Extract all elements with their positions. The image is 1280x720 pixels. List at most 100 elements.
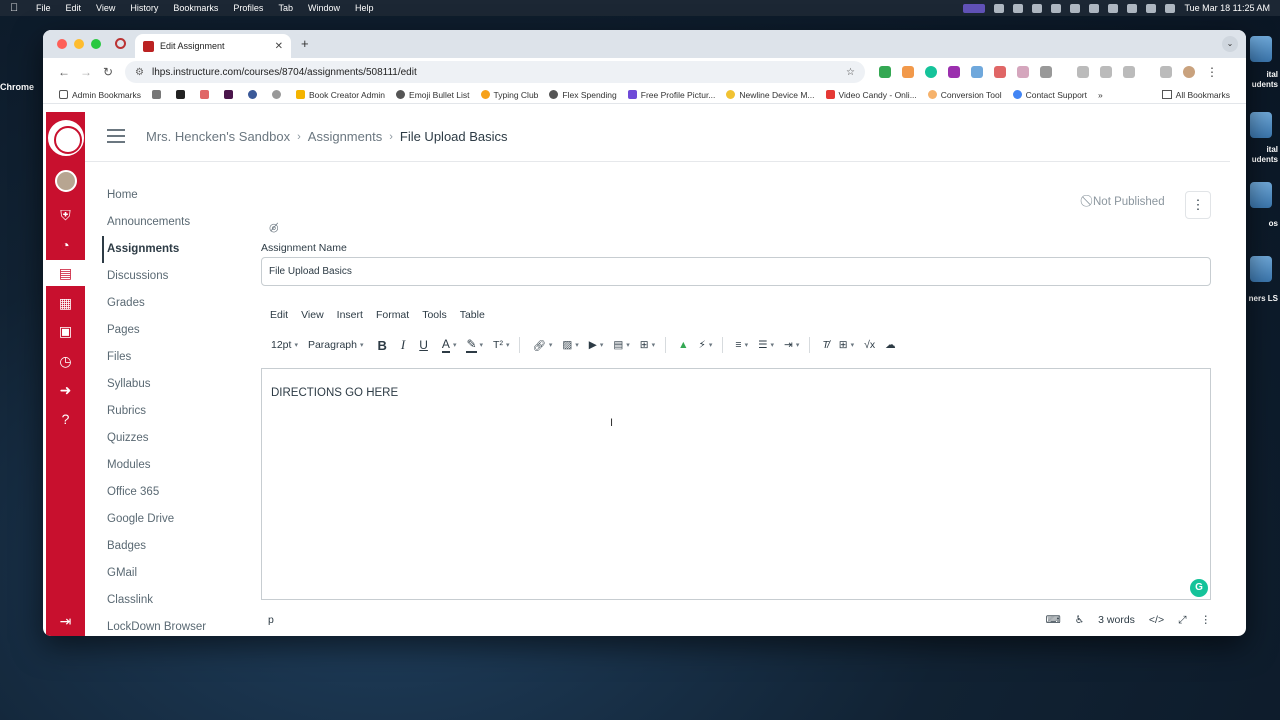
course-nav-syllabus[interactable]: Syllabus [103,371,243,398]
breadcrumb-course[interactable]: Mrs. Hencken's Sandbox [146,129,290,144]
editor-menu-view[interactable]: View [301,309,324,321]
bookmark-newline[interactable]: Newline Device M... [726,90,815,100]
tab-search-button[interactable]: ⌄ [1222,36,1238,52]
profile-avatar[interactable] [1183,66,1195,78]
menu-window[interactable]: Window [308,3,340,13]
close-window-button[interactable] [57,39,67,49]
bookmark-video-candy[interactable]: Video Candy - Onli... [825,90,917,100]
calendar-icon[interactable]: ▦ [46,290,85,316]
apps-grid-icon[interactable] [151,90,165,99]
course-nav-gmail[interactable]: GMail [103,560,243,587]
clear-formatting-icon[interactable]: T̸ [822,339,828,351]
course-nav-rubrics[interactable]: Rubrics [103,398,243,425]
tray-icon[interactable] [1070,3,1081,13]
math-equation-icon[interactable]: √x [864,339,875,351]
apple-icon[interactable]:  [10,2,22,14]
extension-icon[interactable] [994,66,1006,78]
minimize-window-button[interactable] [74,39,84,49]
italic-icon[interactable]: I [401,337,405,353]
font-size-select[interactable]: 12pt ▾ [271,339,298,351]
course-nav-pages[interactable]: Pages [103,317,243,344]
all-bookmarks[interactable]: All Bookmarks [1161,90,1230,100]
bookmark-icon-only[interactable] [271,90,285,99]
bookmark-contact-support[interactable]: Contact Support [1012,90,1087,100]
accessibility-checker-icon[interactable]: ♿︎ [1075,614,1084,626]
lti-tool-icon[interactable]: ⚡︎ ▾ [699,339,713,351]
download-icon[interactable] [1160,66,1172,78]
school-logo[interactable] [48,120,84,156]
course-nav-grades[interactable]: Grades [103,290,243,317]
desktop-folder-icon[interactable] [1250,36,1272,62]
breadcrumb-assignments[interactable]: Assignments [308,129,382,144]
menu-file[interactable]: File [36,3,51,13]
text-color-icon[interactable]: A ▾ [441,337,456,353]
bookmark-flex-spending[interactable]: Flex Spending [549,90,617,100]
close-tab-icon[interactable]: ✕ [275,41,283,52]
assignment-name-input[interactable]: File Upload Basics [261,257,1211,286]
address-bar[interactable]: ⚙ lhps.instructure.com/courses/8704/assi… [125,61,865,83]
menu-bookmarks[interactable]: Bookmarks [173,3,218,13]
maximize-window-button[interactable] [91,39,101,49]
menu-view[interactable]: View [96,3,115,13]
editor-content[interactable]: DIRECTIONS GO HERE [271,387,398,399]
superscript-icon[interactable]: T² ▾ [493,339,509,351]
account-nav[interactable] [46,168,85,194]
extension-icon[interactable] [948,66,960,78]
courses-book-icon[interactable]: ▤ [46,260,85,286]
tray-icon[interactable] [1013,3,1024,13]
course-nav-google-drive[interactable]: Google Drive [103,506,243,533]
course-nav-lockdown-browser[interactable]: LockDown Browser [103,614,243,636]
tray-icon[interactable] [1089,3,1100,13]
course-nav-discussions[interactable]: Discussions [103,263,243,290]
side-panel-icon[interactable] [1077,66,1089,78]
bold-icon[interactable]: B [378,338,387,353]
site-info-icon[interactable]: ⚙ [135,67,144,78]
course-nav-classlink[interactable]: Classlink [103,587,243,614]
bookmark-icon-only[interactable] [247,90,261,99]
element-path[interactable]: p [268,614,274,626]
bookmark-conversion-tool[interactable]: Conversion Tool [927,90,1002,100]
menu-history[interactable]: History [130,3,158,13]
course-nav-quizzes[interactable]: Quizzes [103,425,243,452]
editor-menu-tools[interactable]: Tools [422,309,447,321]
editor-menu-table[interactable]: Table [460,309,485,321]
bookmark-icon-only[interactable] [223,90,237,99]
desktop-folder-icon[interactable] [1250,182,1272,208]
keyboard-shortcuts-icon[interactable]: ⌨ [1046,614,1061,626]
resize-handle-icon[interactable]: ⋮ [1201,614,1212,626]
desktop-folder-icon[interactable] [1250,256,1272,282]
align-icon[interactable]: ≡ ▾ [735,339,748,351]
course-menu-toggle-icon[interactable] [107,129,125,143]
editor-menu-insert[interactable]: Insert [337,309,363,321]
cloud-icon[interactable]: ☁︎ [885,339,896,351]
bookmarks-overflow-icon[interactable]: » [1098,90,1103,100]
dashboard-icon[interactable]: ◔ [46,232,85,258]
bookmark-icon-only[interactable] [199,90,213,99]
menu-clock[interactable]: Tue Mar 18 11:25 AM [1184,3,1270,13]
course-nav-home[interactable]: Home [103,182,243,209]
link-icon[interactable]: 🔗︎ ▾ [532,339,552,352]
extension-icon[interactable] [879,66,891,78]
screen-record-icon[interactable] [963,3,986,13]
help-icon[interactable]: ? [46,406,85,432]
bookmark-admin-bookmarks[interactable]: Admin Bookmarks [59,90,141,100]
course-nav-assignments[interactable]: Assignments [102,236,243,263]
collapse-nav-icon[interactable]: ⇥ [46,613,85,630]
indent-icon[interactable]: ⇥ ▾ [784,339,799,351]
trash-icon[interactable] [1100,66,1112,78]
menu-edit[interactable]: Edit [66,3,82,13]
tray-icon[interactable] [1051,3,1062,13]
extensions-puzzle-icon[interactable] [1040,66,1052,78]
google-drive-icon[interactable]: ▲ [678,339,688,351]
bullet-list-icon[interactable]: ☰ ▾ [758,339,774,351]
extension-icon[interactable] [971,66,983,78]
bookmark-emoji-bullet[interactable]: Emoji Bullet List [396,90,470,100]
tab-edit-assignment[interactable]: Edit Assignment ✕ [135,34,291,58]
commons-arrow-icon[interactable]: ➜ [46,377,85,403]
underline-icon[interactable]: U [419,338,428,352]
grammarly-icon[interactable]: G [1190,579,1208,597]
bookmark-typing-club[interactable]: Typing Club [480,90,538,100]
back-button[interactable]: ← [53,65,75,79]
inbox-icon[interactable]: ▣ [46,318,85,344]
block-format-select[interactable]: Paragraph ▾ [308,339,364,351]
